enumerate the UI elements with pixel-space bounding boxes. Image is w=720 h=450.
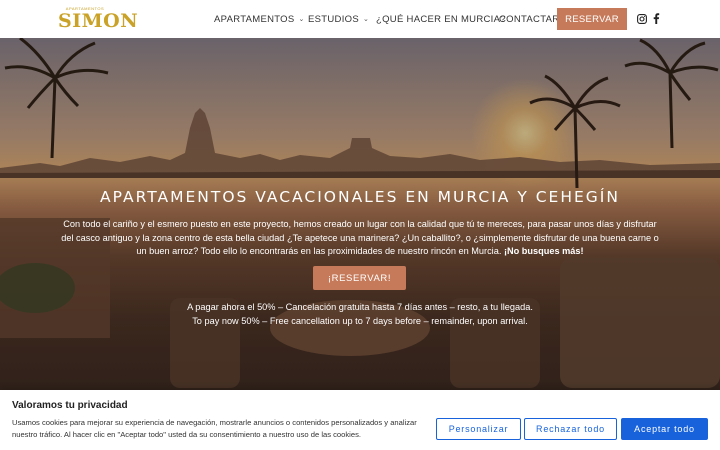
nav-label: ¿QUÉ HACER EN MURCIA? (376, 13, 506, 25)
customize-button[interactable]: Personalizar (436, 418, 521, 440)
hero-section: APARTAMENTOS VACACIONALES EN MURCIA Y CE… (0, 38, 720, 390)
cookie-banner: Valoramos tu privacidad Usamos cookies p… (0, 390, 720, 450)
facebook-icon[interactable] (650, 13, 661, 24)
hero-description: Con todo el cariño y el esmero puesto en… (60, 218, 660, 259)
hero-title: APARTAMENTOS VACACIONALES EN MURCIA Y CE… (100, 188, 620, 206)
reject-all-button[interactable]: Rechazar todo (524, 418, 617, 440)
hero-reserve-button[interactable]: ¡RESERVAR! (313, 266, 406, 290)
nav-item-estudios[interactable]: ESTUDIOS ⌄ (308, 0, 369, 38)
accept-all-button[interactable]: Aceptar todo (621, 418, 708, 440)
chevron-down-icon: ⌄ (298, 16, 305, 23)
hero-overlay (0, 38, 720, 390)
site-logo[interactable]: APARTAMENTOS SIMON (58, 6, 139, 32)
nav-item-apartamentos[interactable]: APARTAMENTOS ⌄ (214, 0, 305, 38)
cookie-text: Usamos cookies para mejorar su experienc… (12, 418, 417, 439)
chevron-down-icon: ⌄ (362, 16, 370, 23)
payment-note: A pagar ahora el 50% – Cancelación gratu… (0, 300, 720, 328)
instagram-icon[interactable] (636, 13, 647, 24)
nav-item-que-hacer[interactable]: ¿QUÉ HACER EN MURCIA? (376, 0, 506, 38)
hero-description-bold: ¡No busques más! (503, 246, 584, 256)
nav-label: ESTUDIOS (308, 13, 359, 25)
site-header: APARTAMENTOS SIMON APARTAMENTOS ⌄ ESTUDI… (0, 0, 720, 38)
nav-label: CONTACTAR (499, 13, 560, 25)
payment-note-es: A pagar ahora el 50% – Cancelación gratu… (187, 302, 533, 312)
logo-title: SIMON (58, 10, 139, 32)
reserve-button[interactable]: RESERVAR (557, 8, 627, 30)
nav-label: APARTAMENTOS (214, 13, 295, 25)
nav-item-contactar[interactable]: CONTACTAR (499, 0, 559, 38)
payment-note-en: To pay now 50% – Free cancellation up to… (192, 316, 528, 326)
cookie-title: Valoramos tu privacidad (12, 400, 128, 411)
